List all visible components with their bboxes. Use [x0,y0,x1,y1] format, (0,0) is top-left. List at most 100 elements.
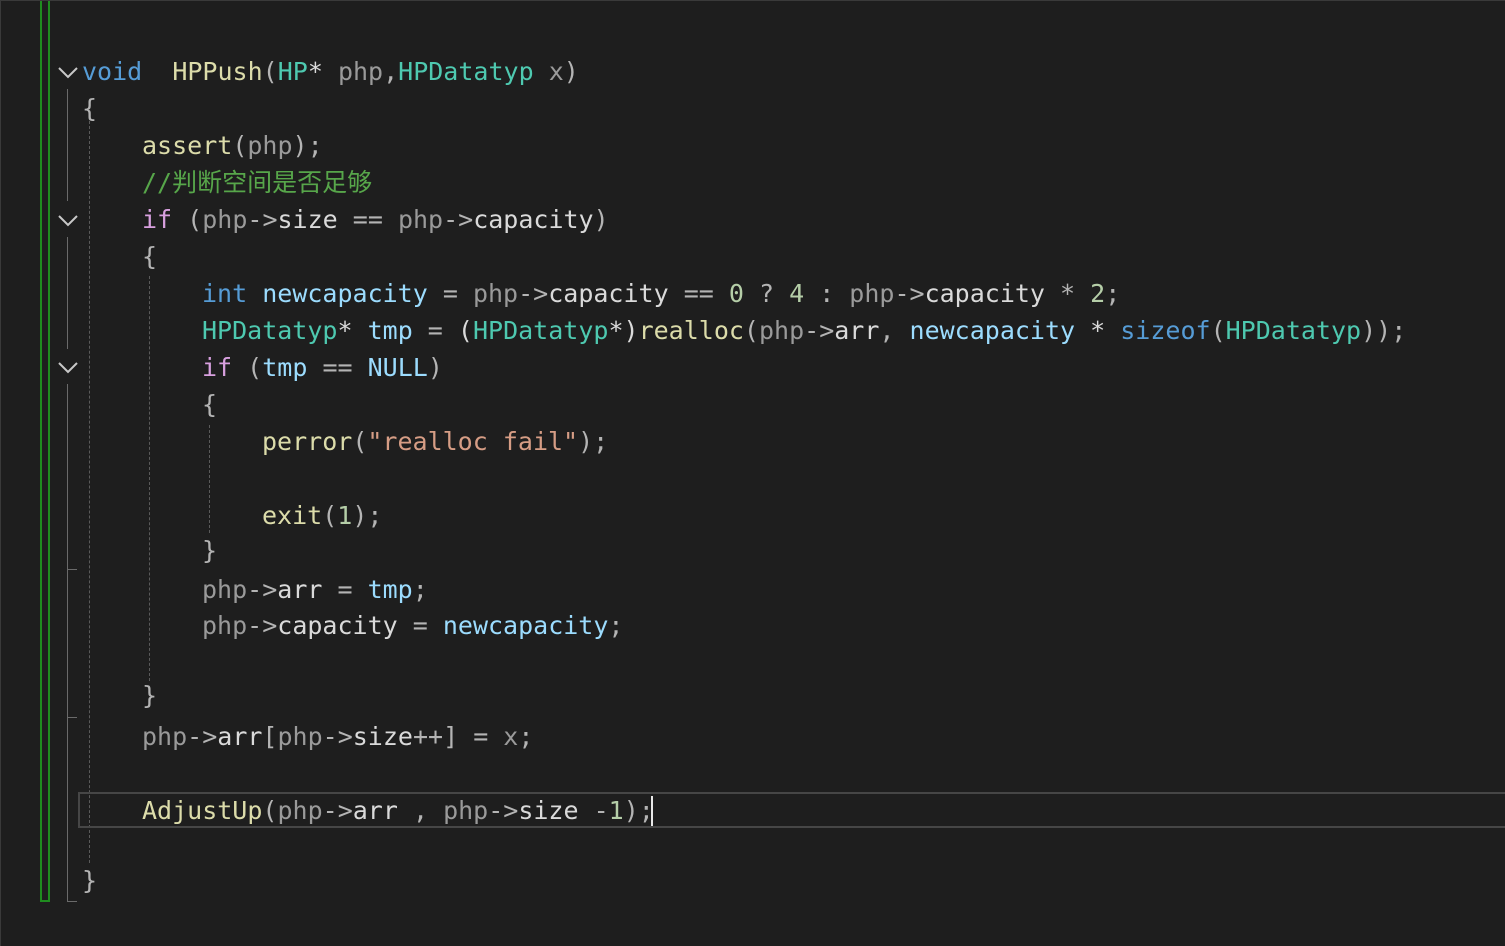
local-variable[interactable]: tmp [262,353,307,382]
operator: ? [743,279,790,308]
member[interactable]: size [278,205,338,234]
punctuation: ; [412,575,428,604]
member[interactable]: capacity [277,611,397,640]
code-line-2: { [82,91,97,127]
member[interactable]: arr [217,722,262,751]
string-literal: "realloc fail" [367,427,579,456]
member[interactable]: size [518,796,578,825]
operator: * [307,57,323,86]
member[interactable]: capacity [473,205,593,234]
operator: : [804,279,850,308]
parameter[interactable]: php [277,796,322,825]
brace: { [142,242,158,271]
code-line-14: php->arr = tmp; [202,572,428,608]
number: 2 [1090,279,1106,308]
parameter[interactable]: php [202,611,247,640]
parameter[interactable]: php [443,796,488,825]
punctuation: ; [307,131,323,160]
member[interactable]: capacity [548,279,668,308]
punctuation: ( [352,427,368,456]
function-call[interactable]: exit [262,501,322,530]
parameter[interactable]: php [849,279,894,308]
operator: -> [322,796,353,825]
chevron-down-icon[interactable] [58,64,78,80]
operator: -> [187,722,218,751]
punctuation: ( [322,501,338,530]
punctuation: ( [262,57,278,86]
function-call[interactable]: realloc [639,316,744,345]
function-call[interactable]: assert [142,131,232,160]
parameter[interactable]: x [503,722,518,751]
parameter[interactable]: php [277,722,322,751]
keyword: int [202,279,248,308]
type-name[interactable]: HPDatatyp [1226,316,1361,345]
member[interactable]: arr [353,796,398,825]
member[interactable]: size [353,722,413,751]
type-name[interactable]: HPDatatyp [398,57,533,86]
chevron-down-icon[interactable] [58,212,78,228]
fold-region-line [67,237,68,349]
operator: -> [443,205,474,234]
member[interactable]: arr [277,575,322,604]
fold-region-end [67,569,77,570]
local-variable[interactable]: newcapacity [443,611,609,640]
local-variable[interactable]: tmp [368,575,413,604]
punctuation: ( [187,205,203,234]
parameter[interactable]: php [398,205,443,234]
brace: { [82,94,98,123]
member[interactable]: capacity [925,279,1045,308]
local-variable[interactable]: tmp [368,316,413,345]
code-line-13: } [202,533,217,569]
punctuation: , [879,316,910,345]
parameter[interactable]: php [142,722,187,751]
code-line-11: perror("realloc fail"); [262,424,608,460]
indent-guide [149,276,150,681]
number: 4 [789,279,805,308]
function-call[interactable]: perror [262,427,352,456]
macro[interactable]: NULL [368,353,428,382]
code-line-15: php->capacity = newcapacity; [202,608,623,644]
type-name[interactable]: HPDatatyp [473,316,608,345]
punctuation: ( [1210,316,1226,345]
fold-region-end [67,717,77,718]
operator: = [412,316,458,345]
type-name[interactable]: HP [278,57,308,86]
type-name[interactable]: HPDatatyp [202,316,337,345]
local-variable[interactable]: newcapacity [910,316,1076,345]
code-line-4: //判断空间是否足够 [142,165,372,201]
parameter[interactable]: php [247,131,292,160]
parameter[interactable]: php [759,316,804,345]
punctuation: ) [623,796,639,825]
punctuation: [ [262,722,278,751]
code-line-1: void HPPush(HP* php,HPDatatyp x) [82,54,579,90]
parameter[interactable]: php [473,279,518,308]
operator: - [578,796,609,825]
parameter[interactable]: x [549,57,564,86]
punctuation: ) [593,205,609,234]
function-call[interactable]: AdjustUp [142,796,262,825]
operator: == [337,205,398,234]
fold-region-line [67,89,68,201]
code-editor[interactable]: void HPPush(HP* php,HPDatatyp x) { asser… [0,0,1505,946]
punctuation: ) [623,316,639,345]
code-line-6: { [142,239,157,275]
operator: -> [247,611,278,640]
code-line-5: if (php->size == php->capacity) [142,202,609,238]
parameter[interactable]: php [338,57,383,86]
operator: = [427,279,473,308]
chevron-down-icon[interactable] [58,359,78,375]
code-line-7: int newcapacity = php->capacity == 0 ? 4… [202,276,1120,312]
punctuation: ( [457,316,473,345]
operator: ++ [412,722,444,751]
local-variable[interactable]: newcapacity [262,279,428,308]
parameter[interactable]: php [202,205,247,234]
fold-region-end [67,901,77,902]
member[interactable]: arr [834,316,879,345]
function-name[interactable]: HPPush [172,57,262,86]
parameter[interactable]: php [202,575,247,604]
code-line-16: } [142,678,157,714]
punctuation: ( [232,131,248,160]
